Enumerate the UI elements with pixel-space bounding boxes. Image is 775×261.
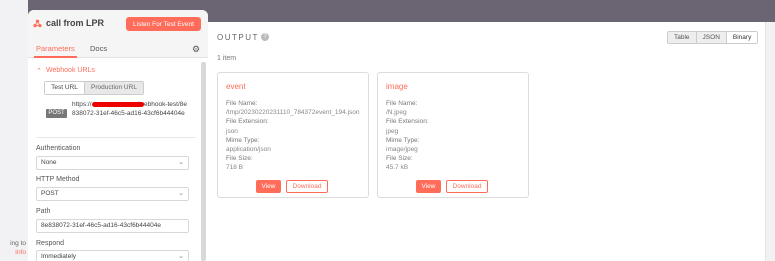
binary-card-image: image File Name: /N.jpeg File Extension:… xyxy=(377,72,529,198)
output-scroll-gutter xyxy=(765,22,775,261)
parameters-content: ⌃ Webhook URLs Test URL Production URL P… xyxy=(28,58,200,261)
output-title: OUTPUT xyxy=(217,33,259,42)
production-url-option[interactable]: Production URL xyxy=(85,82,143,94)
http-method-select[interactable]: POST ⌄ xyxy=(36,187,189,201)
chevron-down-icon: ⌄ xyxy=(178,253,184,260)
view-button[interactable]: View xyxy=(416,180,441,193)
view-option-binary[interactable]: Binary xyxy=(726,32,758,43)
binary-card-meta: File Name: /tmp/20230220231110_784372eve… xyxy=(226,100,360,172)
chevron-down-icon: ⌄ xyxy=(178,190,184,197)
chevron-up-icon[interactable]: ⌃ xyxy=(36,67,42,75)
http-method-label: HTTP Method xyxy=(36,176,80,183)
path-label: Path xyxy=(36,208,51,215)
respond-label: Respond xyxy=(36,240,65,247)
webhook-urls-heading[interactable]: Webhook URLs xyxy=(46,67,95,74)
output-view-toggle: Table JSON Binary xyxy=(667,31,759,44)
webhook-node-icon xyxy=(33,19,42,28)
top-bar xyxy=(0,0,775,10)
tab-docs[interactable]: Docs xyxy=(90,40,107,58)
listen-for-test-event-button[interactable]: Listen For Test Event xyxy=(126,17,201,31)
download-button[interactable]: Download xyxy=(286,180,328,193)
item-count: 1 item xyxy=(217,55,237,62)
canvas-info-link[interactable]: Info xyxy=(0,249,26,256)
info-icon[interactable]: ? xyxy=(261,33,269,41)
test-url-option[interactable]: Test URL xyxy=(45,82,85,94)
output-pane: OUTPUT ? Table JSON Binary 1 item event … xyxy=(208,22,775,261)
authentication-label: Authentication xyxy=(36,145,81,152)
binary-card-event: event File Name: /tmp/20230220231110_784… xyxy=(217,72,369,198)
panel-scrollbar[interactable] xyxy=(201,62,206,261)
respond-select[interactable]: Immediately ⌄ xyxy=(36,250,189,261)
view-button[interactable]: View xyxy=(256,180,281,193)
authentication-select[interactable]: None ⌄ xyxy=(36,156,189,170)
binary-card-meta: File Name: /N.jpeg File Extension: jpeg … xyxy=(386,100,429,172)
node-parameters-panel: call from LPR Listen For Test Event Para… xyxy=(28,10,208,261)
canvas-hint-text: ing to xyxy=(10,240,26,247)
view-option-json[interactable]: JSON xyxy=(696,32,727,43)
canvas-background: ing to Info xyxy=(0,0,28,261)
chevron-down-icon: ⌄ xyxy=(178,159,184,166)
http-method-badge: POST xyxy=(46,109,67,118)
view-option-table[interactable]: Table xyxy=(668,32,697,43)
panel-tabs: Parameters Docs ⚙ xyxy=(28,40,208,58)
url-type-toggle: Test URL Production URL xyxy=(44,81,144,95)
redaction-mark xyxy=(92,102,144,107)
divider xyxy=(36,137,196,138)
binary-card-title: event xyxy=(226,82,246,91)
gear-icon[interactable]: ⚙ xyxy=(192,44,200,55)
panel-header: call from LPR Listen For Test Event xyxy=(28,10,208,40)
node-title[interactable]: call from LPR xyxy=(46,18,104,28)
binary-card-title: image xyxy=(386,82,408,91)
download-button[interactable]: Download xyxy=(446,180,488,193)
path-input[interactable]: 8e838072-31ef-46c5-ad16-43cf6b44404e xyxy=(36,219,189,233)
tab-parameters[interactable]: Parameters xyxy=(34,40,77,58)
